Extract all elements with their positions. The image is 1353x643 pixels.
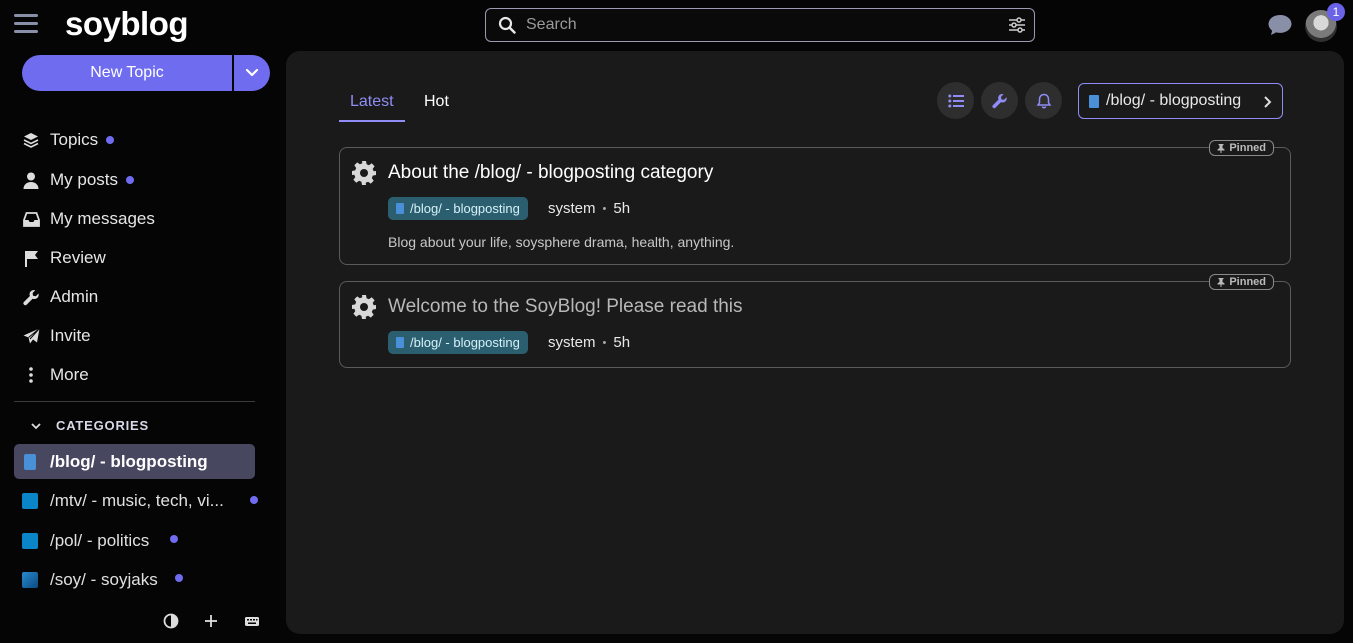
sidebar-category-blog[interactable]: /blog/ - blogposting <box>14 444 255 479</box>
notification-badge[interactable]: 1 <box>1327 3 1345 21</box>
inbox-icon <box>22 210 40 228</box>
pin-icon <box>1217 277 1225 287</box>
wrench-icon <box>22 288 40 306</box>
category-selector[interactable]: /blog/ - blogposting <box>1078 83 1283 119</box>
topic-title-link[interactable]: Welcome to the SoyBlog! Please read this <box>388 296 743 318</box>
new-topic-button[interactable]: New Topic <box>22 55 232 91</box>
sidebar-item-admin[interactable]: Admin <box>22 282 98 312</box>
topic-author[interactable]: system <box>548 334 596 351</box>
sidebar-item-label: More <box>50 365 89 384</box>
topic-row[interactable]: Pinned Welcome to the SoyBlog! Please re… <box>339 274 1291 368</box>
category-color-swatch <box>22 492 38 509</box>
sidebar-item-label: My messages <box>50 209 155 228</box>
category-label: /soy/ - soyjaks <box>50 569 158 589</box>
meta-separator: • <box>602 337 607 350</box>
sidebar-item-more[interactable]: More <box>22 360 89 390</box>
sidebar-item-my-messages[interactable]: My messages <box>22 204 155 234</box>
sidebar-item-review[interactable]: Review <box>22 243 106 273</box>
bell-icon <box>1036 93 1051 108</box>
main-panel: Latest Hot /blog/ - blogposting Pinned A… <box>286 51 1344 634</box>
category-color-swatch <box>22 571 38 588</box>
keyboard-icon[interactable] <box>244 613 260 629</box>
sidebar-item-label: Admin <box>50 287 99 306</box>
flag-icon <box>22 249 40 267</box>
pin-icon <box>1217 143 1225 153</box>
tab-hot[interactable]: Hot <box>424 90 449 120</box>
sidebar-divider <box>14 401 255 402</box>
category-color-swatch <box>1089 94 1099 108</box>
list-view-button[interactable] <box>937 82 974 119</box>
chevron-down-icon <box>245 68 259 77</box>
sidebar-item-label: Review <box>50 248 106 267</box>
tab-latest[interactable]: Latest <box>339 90 405 122</box>
category-color-swatch <box>396 337 404 348</box>
wrench-icon <box>991 93 1007 108</box>
sidebar-category-mtv[interactable]: /mtv/ - music, tech, vi... <box>14 483 258 518</box>
topic-meta: system • 5h <box>548 200 630 217</box>
sidebar-item-label: Invite <box>50 326 91 345</box>
topic-category-badge[interactable]: /blog/ - blogposting <box>388 197 528 220</box>
unread-dot <box>106 136 115 144</box>
chevron-right-icon <box>1264 96 1272 108</box>
topic-title-link[interactable]: About the /blog/ - blogposting category <box>388 162 713 184</box>
topic-row[interactable]: Pinned About the /blog/ - blogposting ca… <box>339 140 1291 265</box>
theme-toggle-icon[interactable] <box>163 613 179 629</box>
chevron-down-icon <box>31 422 41 429</box>
search-bar[interactable] <box>485 8 1035 42</box>
search-filter-icon[interactable] <box>1008 16 1026 34</box>
sidebar-item-label: Topics <box>50 130 99 149</box>
category-label: /pol/ - politics <box>50 530 150 550</box>
topic-age[interactable]: 5h <box>613 200 630 217</box>
sidebar-item-label: My posts <box>50 170 119 189</box>
category-label: /blog/ - blogposting <box>50 451 208 471</box>
chat-icon[interactable] <box>1267 13 1293 37</box>
notifications-button[interactable] <box>1025 82 1062 119</box>
sidebar-item-topics[interactable]: Topics <box>22 125 115 155</box>
meta-separator: • <box>602 203 607 216</box>
topic-category-badge[interactable]: /blog/ - blogposting <box>388 331 528 354</box>
list-icon <box>947 94 964 107</box>
unread-dot <box>250 496 258 504</box>
sidebar-item-invite[interactable]: Invite <box>22 321 91 351</box>
category-selector-label: /blog/ - blogposting <box>1106 92 1242 109</box>
topic-excerpt: Blog about your life, soysphere drama, h… <box>388 234 735 250</box>
topic-meta: system • 5h <box>548 334 630 351</box>
topic-author[interactable]: system <box>548 200 596 217</box>
category-color-swatch <box>24 453 36 470</box>
search-input[interactable] <box>526 13 986 37</box>
category-color-swatch <box>22 532 38 549</box>
header: soyblog 1 <box>0 0 1353 52</box>
gear-icon <box>352 161 376 185</box>
unread-dot <box>170 535 178 543</box>
sidebar-item-my-posts[interactable]: My posts <box>22 165 135 195</box>
sidebar-category-soy[interactable]: /soy/ - soyjaks <box>14 562 255 597</box>
search-icon <box>498 16 516 34</box>
unread-dot <box>175 574 183 582</box>
category-label: /mtv/ - music, tech, vi... <box>50 490 224 510</box>
category-admin-button[interactable] <box>981 82 1018 119</box>
site-logo[interactable]: soyblog <box>65 5 189 43</box>
gear-icon <box>352 295 376 319</box>
pinned-badge: Pinned <box>1209 140 1274 156</box>
topic-age[interactable]: 5h <box>613 334 630 351</box>
hamburger-menu-icon[interactable] <box>14 14 38 36</box>
pinned-badge: Pinned <box>1209 274 1274 290</box>
user-icon <box>22 171 40 189</box>
paper-plane-icon <box>22 327 40 345</box>
category-color-swatch <box>396 203 404 214</box>
vertical-ellipsis-icon <box>22 366 40 384</box>
categories-header: CATEGORIES <box>56 418 149 433</box>
new-topic-dropdown-button[interactable] <box>234 55 270 91</box>
unread-dot <box>126 176 135 184</box>
plus-icon[interactable] <box>203 613 219 629</box>
layers-icon <box>22 131 40 149</box>
categories-section-toggle[interactable]: CATEGORIES <box>30 418 149 433</box>
sidebar-category-pol[interactable]: /pol/ - politics <box>14 523 255 558</box>
